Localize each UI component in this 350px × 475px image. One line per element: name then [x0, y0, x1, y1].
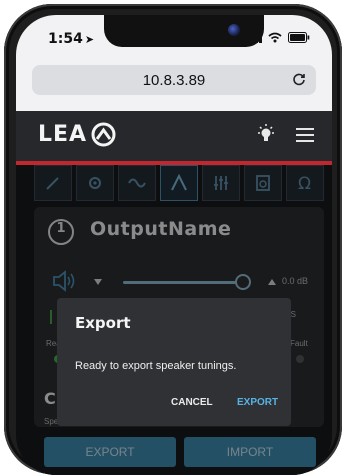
hamburger-menu-icon[interactable] — [296, 128, 314, 142]
dialog-title: Export — [75, 314, 131, 332]
app-header: LEA — [16, 111, 332, 161]
dialog-message: Ready to export speaker tunings. — [75, 360, 237, 372]
status-time: 1:54 ➤ — [48, 31, 95, 47]
location-arrow-icon: ➤ — [84, 33, 95, 46]
browser-chrome: 10.8.3.89 — [16, 59, 332, 113]
url-text[interactable]: 10.8.3.89 — [32, 72, 316, 89]
url-bar[interactable]: 10.8.3.89 — [32, 65, 316, 95]
logo-text: LEA — [38, 122, 88, 147]
export-dialog: Export Ready to export speaker tunings. … — [57, 298, 291, 426]
status-icons — [247, 32, 310, 43]
notch — [104, 15, 264, 47]
lightbulb-icon[interactable] — [256, 124, 276, 146]
wifi-icon — [268, 32, 282, 43]
dialog-export-button[interactable]: EXPORT — [237, 397, 278, 408]
reload-icon[interactable] — [292, 72, 306, 86]
lea-logo-mark — [91, 122, 116, 147]
cellular-signal-icon — [247, 32, 262, 43]
dialog-cancel-button[interactable]: CANCEL — [171, 397, 213, 408]
lea-logo: LEA — [38, 122, 116, 147]
camera-icon — [228, 24, 240, 36]
status-bar: 1:54 ➤ — [16, 15, 332, 59]
battery-icon — [288, 32, 310, 43]
